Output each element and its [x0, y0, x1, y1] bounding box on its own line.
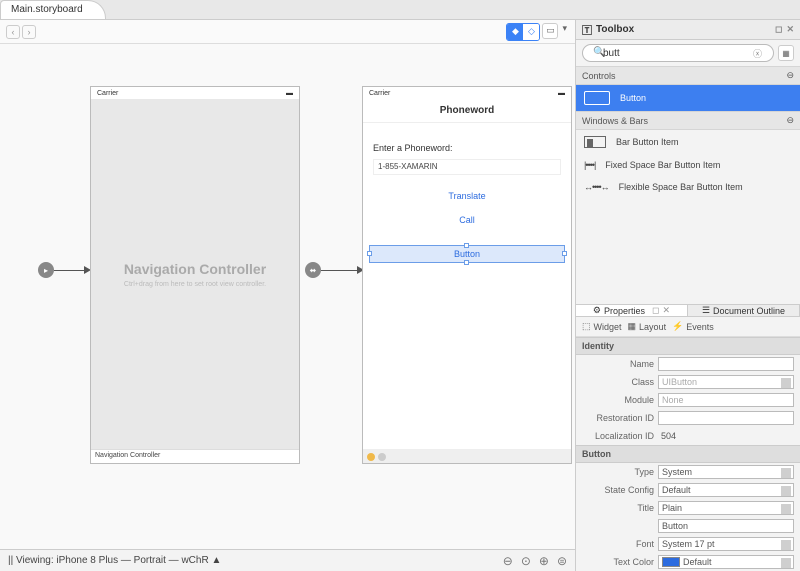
search-icon: 🔍: [593, 47, 605, 58]
tab-bar: Main.storyboard: [0, 0, 800, 20]
zoom-fit-button[interactable]: ⊙: [521, 554, 531, 568]
view-controller-scene[interactable]: Carrier ▬ Phoneword Enter a Phoneword: 1…: [362, 86, 572, 464]
resize-handle-right[interactable]: [562, 251, 567, 256]
initial-indicator-icon: ▸: [38, 262, 54, 278]
canvas-menu-button[interactable]: ▾: [560, 23, 569, 41]
status-battery-icon: ▬: [286, 90, 293, 97]
status-carrier: Carrier: [97, 90, 118, 97]
nav-back-button[interactable]: ‹: [6, 25, 20, 39]
toolbox-item-barbutton[interactable]: Bar Button Item: [576, 130, 800, 154]
storyboard-canvas[interactable]: ▸ Carrier ▬ Navigation Controller Ctrl+d…: [0, 44, 575, 549]
type-dropdown[interactable]: System: [658, 465, 794, 479]
button-section-header[interactable]: Button: [576, 445, 800, 463]
localization-id-value: 504: [658, 429, 794, 443]
identity-section-header[interactable]: Identity: [576, 337, 800, 355]
restoration-id-field[interactable]: [658, 411, 794, 425]
toolbox-title: Toolbox: [596, 24, 634, 35]
toolbox-icon: 🅃: [582, 22, 592, 37]
zoom-in-button[interactable]: ⊕: [539, 554, 549, 568]
status-carrier-2: Carrier: [369, 90, 390, 97]
call-button[interactable]: Call: [363, 201, 571, 225]
mode-b-icon: ◇: [523, 24, 539, 40]
phoneword-label: Enter a Phoneword:: [363, 123, 571, 157]
mode-toggle[interactable]: ◆ ◇: [506, 23, 540, 41]
zoom-out-button[interactable]: ⊖: [503, 554, 513, 568]
controls-group-header[interactable]: Controls⊖: [576, 66, 800, 85]
events-subtab[interactable]: ⚡ Events: [672, 321, 714, 332]
toolbox-detach-button[interactable]: ◻: [775, 24, 782, 35]
toolbox-item-button[interactable]: Button: [576, 85, 800, 111]
toolbox-item-flexspace[interactable]: ↔••••↔ Flexible Space Bar Button Item: [576, 176, 800, 198]
flexspace-glyph-icon: ↔••••↔: [584, 182, 609, 192]
first-responder-icon[interactable]: [378, 453, 386, 461]
viewing-arrow-icon: ▲: [211, 555, 221, 566]
nav-title: Navigation Controller: [124, 261, 266, 277]
toolbox-header: 🅃 Toolbox ◻ ✕: [576, 20, 800, 40]
canvas-column: ‹ › ◆ ◇ ▭ ▾ ▸ Carrier: [0, 20, 576, 571]
viewing-control[interactable]: || Viewing: iPhone 8 Plus — Portrait — w…: [8, 555, 221, 566]
state-config-dropdown[interactable]: Default: [658, 483, 794, 497]
bars-icon: ||: [8, 555, 13, 566]
viewing-prefix: Viewing:: [16, 555, 54, 566]
phoneword-textfield[interactable]: 1-855-XAMARIN: [373, 159, 561, 175]
search-clear-button[interactable]: ⓧ: [753, 47, 762, 60]
text-color-swatch: [662, 557, 680, 567]
outline-icon: ☰: [702, 305, 710, 316]
module-field[interactable]: None: [658, 393, 794, 407]
bars-group-header[interactable]: Windows & Bars⊖: [576, 111, 800, 130]
text-color-dropdown[interactable]: Default: [658, 555, 794, 569]
document-outline-tab[interactable]: ☰Document Outline: [688, 305, 800, 316]
button-glyph-icon: [584, 91, 610, 105]
file-tab-label: Main.storyboard: [11, 4, 83, 15]
nav-footer: Navigation Controller: [91, 449, 299, 463]
layout-subtab[interactable]: ▦ Layout: [628, 321, 667, 332]
properties-icon: ⚙: [593, 305, 601, 316]
title-text-field[interactable]: Button: [658, 519, 794, 533]
scene-dock: [363, 449, 571, 463]
tab-close-icon[interactable]: ✕: [663, 305, 671, 316]
properties-panel: ⚙Properties◻✕ ☰Document Outline ⬚ Widget…: [576, 304, 800, 571]
file-tab[interactable]: Main.storyboard: [0, 0, 106, 19]
canvas-bottom-bar: || Viewing: iPhone 8 Plus — Portrait — w…: [0, 549, 575, 571]
status-battery-icon-2: ▬: [558, 90, 565, 97]
canvas-toolbar: ‹ › ◆ ◇ ▭ ▾: [0, 20, 575, 44]
font-field[interactable]: System 17 pt: [658, 537, 794, 551]
viewing-value: iPhone 8 Plus — Portrait — wChR: [56, 555, 208, 566]
toolbox-view-toggle[interactable]: ▦: [778, 45, 794, 61]
zoom-actual-button[interactable]: ⊜: [557, 554, 567, 568]
mode-a-icon: ◆: [507, 24, 523, 40]
name-field[interactable]: [658, 357, 794, 371]
resize-handle-top[interactable]: [464, 243, 469, 248]
resize-handle-bottom[interactable]: [464, 260, 469, 265]
title-type-dropdown[interactable]: Plain: [658, 501, 794, 515]
property-subtabs: ⬚ Widget ▦ Layout ⚡ Events: [576, 317, 800, 337]
nav-forward-button[interactable]: ›: [22, 25, 36, 39]
navigation-controller-scene[interactable]: Carrier ▬ Navigation Controller Ctrl+dra…: [90, 86, 300, 464]
properties-tab[interactable]: ⚙Properties◻✕: [576, 305, 688, 316]
vc-icon[interactable]: [367, 453, 375, 461]
toolbox-search-input[interactable]: [582, 44, 774, 62]
nav-subtitle: Ctrl+drag from here to set root view con…: [124, 281, 266, 288]
tab-detach-icon[interactable]: ◻: [652, 305, 659, 316]
collapse-icon-2: ⊖: [786, 115, 794, 126]
toolbox-close-button[interactable]: ✕: [786, 24, 794, 35]
resize-handle-left[interactable]: [367, 251, 372, 256]
outline-toggle-button[interactable]: ▭: [542, 23, 558, 39]
root-segue[interactable]: ⬌: [305, 262, 364, 278]
nav-bar-title: Phoneword: [363, 99, 571, 123]
side-panel: 🅃 Toolbox ◻ ✕ 🔍 ⓧ ▦ Controls⊖ Button Windo…: [576, 20, 800, 571]
class-field[interactable]: UIButton: [658, 375, 794, 389]
segue-icon: ⬌: [305, 262, 321, 278]
selected-button-label: Button: [454, 249, 480, 259]
widget-subtab[interactable]: ⬚ Widget: [582, 321, 622, 332]
selected-button[interactable]: Button: [369, 245, 565, 263]
translate-button[interactable]: Translate: [363, 177, 571, 201]
fixedspace-glyph-icon: |••••|: [584, 160, 595, 170]
initial-segue: ▸: [38, 262, 91, 278]
collapse-icon: ⊖: [786, 70, 794, 81]
barbutton-glyph-icon: [584, 136, 606, 148]
toolbox-item-fixedspace[interactable]: |••••| Fixed Space Bar Button Item: [576, 154, 800, 176]
toolbox-search: 🔍 ⓧ ▦: [582, 44, 794, 62]
